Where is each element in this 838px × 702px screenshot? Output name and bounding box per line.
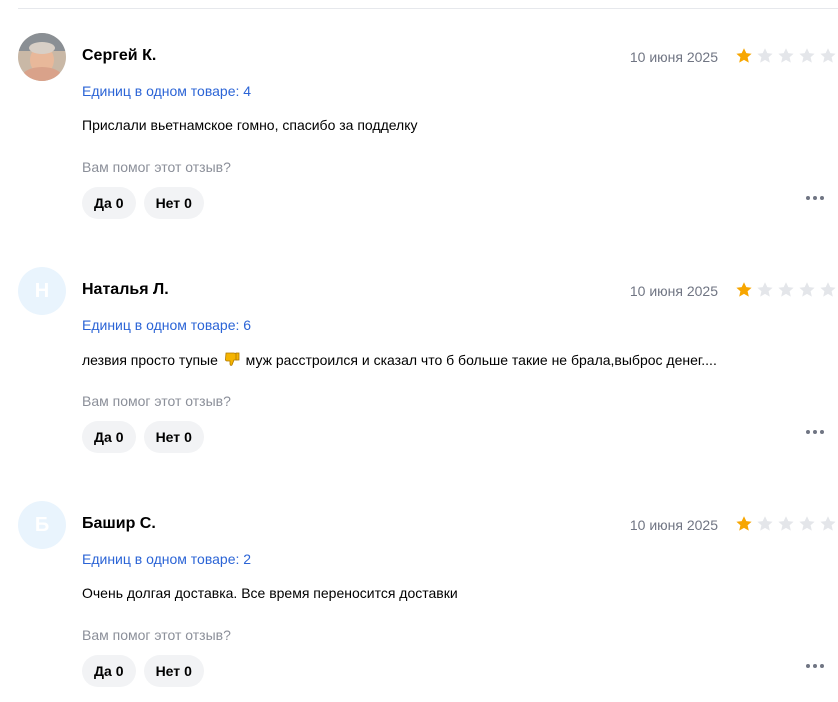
star-empty-icon — [757, 282, 773, 297]
star-empty-icon — [820, 48, 836, 63]
star-empty-icon — [799, 48, 815, 63]
star-empty-icon — [778, 48, 794, 63]
review-text-main: Прислали вьетнамское гомно, спасибо за п… — [82, 117, 418, 133]
review-card: Сергей К. 10 июня 2025 Единиц в одном то… — [0, 0, 838, 234]
yes-button[interactable]: Да 0 — [82, 421, 136, 453]
yes-label: Да — [94, 663, 112, 679]
review-text-main: лезвия просто тупые — [82, 352, 218, 368]
review-date: 10 июня 2025 — [629, 517, 718, 533]
star-empty-icon — [799, 516, 815, 531]
helpful-question: Вам помог этот отзыв? — [82, 627, 231, 643]
thumbs-down-emoji — [224, 351, 240, 370]
yes-count: 0 — [115, 195, 124, 211]
yes-button[interactable]: Да 0 — [82, 187, 136, 219]
review-text: Прислали вьетнамское гомно, спасибо за п… — [82, 117, 418, 133]
no-count: 0 — [184, 663, 192, 679]
more-dots-icon[interactable] — [806, 664, 824, 668]
star-empty-icon — [820, 516, 836, 531]
more-dots-icon[interactable] — [806, 196, 824, 200]
units-per-product: Единиц в одном товаре: 6 — [82, 317, 252, 333]
units-per-product: Единиц в одном товаре: 4 — [82, 83, 252, 99]
review-text-rest: муж расстроился и сказал что б больше та… — [245, 352, 717, 368]
yes-label: Да — [94, 429, 112, 445]
review-card: Н Наталья Л. 10 июня 2025 Единиц в одном… — [0, 234, 838, 468]
helpful-question: Вам помог этот отзыв? — [82, 393, 231, 409]
no-label: Нет — [155, 663, 181, 679]
no-button[interactable]: Нет 0 — [143, 187, 204, 219]
avatar-photo — [18, 33, 66, 81]
review-date: 10 июня 2025 — [629, 49, 718, 65]
no-button[interactable]: Нет 0 — [143, 655, 204, 687]
yes-count: 0 — [115, 429, 124, 445]
no-label: Нет — [155, 429, 181, 445]
vote-buttons: Да 0 Нет 0 — [82, 655, 204, 687]
no-count: 0 — [184, 429, 192, 445]
star-empty-icon — [778, 516, 794, 531]
yes-label: Да — [94, 195, 112, 211]
star-empty-icon — [757, 516, 773, 531]
helpful-question: Вам помог этот отзыв? — [82, 159, 231, 175]
star-empty-icon — [778, 282, 794, 297]
review-author[interactable]: Сергей К. — [82, 47, 156, 65]
review-text: Очень долгая доставка. Все время перенос… — [82, 585, 458, 601]
star-filled-icon — [736, 282, 752, 297]
review-author[interactable]: Наталья Л. — [82, 281, 169, 299]
yes-count: 0 — [115, 663, 124, 679]
star-filled-icon — [736, 48, 752, 63]
star-empty-icon — [757, 48, 773, 63]
review-text: лезвия просто тупые муж расстроился и ск… — [82, 351, 717, 370]
no-button[interactable]: Нет 0 — [143, 421, 204, 453]
rating-stars — [735, 47, 837, 65]
review-card: Б Башир С. 10 июня 2025 Единиц в одном т… — [0, 468, 838, 702]
avatar[interactable] — [18, 33, 66, 81]
avatar[interactable]: Н — [18, 267, 66, 315]
star-empty-icon — [799, 282, 815, 297]
avatar[interactable]: Б — [18, 501, 66, 549]
star-empty-icon — [820, 282, 836, 297]
rating-stars — [735, 515, 837, 533]
review-date: 10 июня 2025 — [629, 283, 718, 299]
avatar-letter: Н — [34, 279, 50, 302]
vote-buttons: Да 0 Нет 0 — [82, 187, 204, 219]
rating-stars — [735, 281, 837, 299]
avatar-letter: Б — [34, 513, 50, 536]
no-label: Нет — [155, 195, 181, 211]
more-dots-icon[interactable] — [806, 430, 824, 434]
review-text-main: Очень долгая доставка. Все время перенос… — [82, 585, 458, 601]
yes-button[interactable]: Да 0 — [82, 655, 136, 687]
review-author[interactable]: Башир С. — [82, 515, 156, 533]
star-filled-icon — [736, 516, 752, 531]
vote-buttons: Да 0 Нет 0 — [82, 421, 204, 453]
units-per-product: Единиц в одном товаре: 2 — [82, 551, 252, 567]
no-count: 0 — [184, 195, 192, 211]
